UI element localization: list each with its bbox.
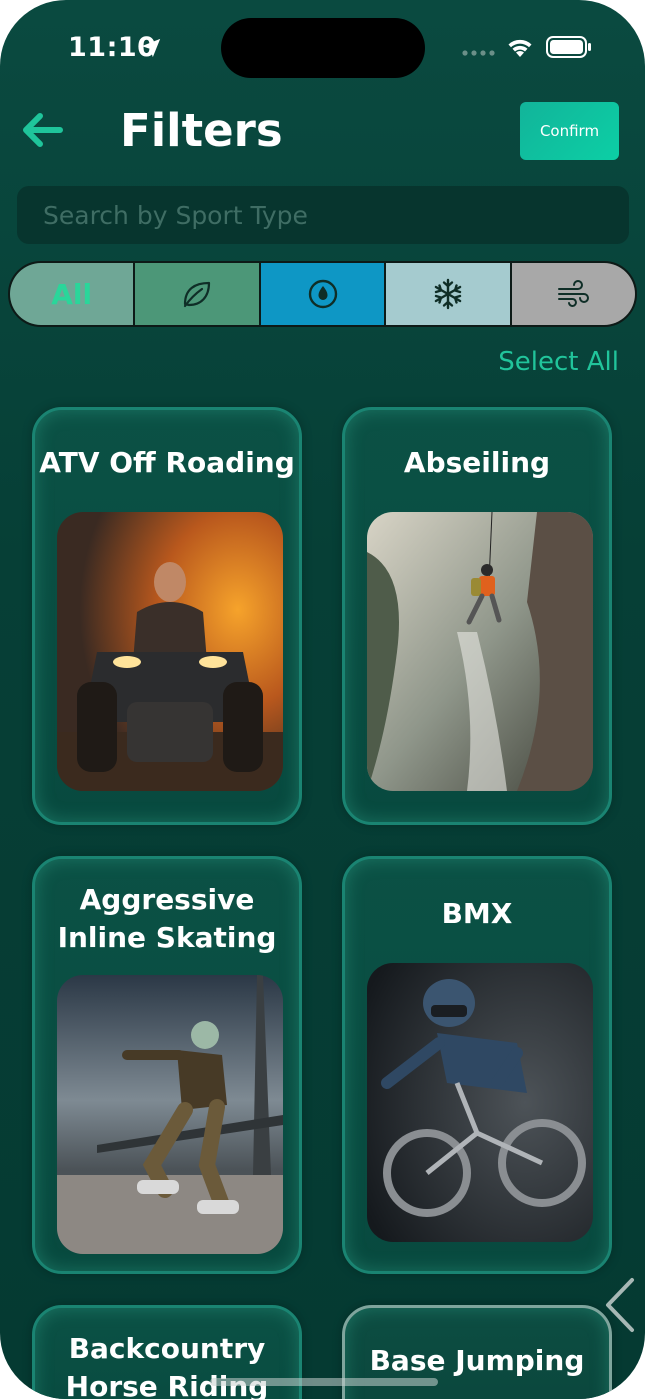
sport-card-title: Backcountry Horse Riding: [65, 1332, 269, 1399]
confirm-button[interactable]: Confirm: [520, 102, 619, 160]
filter-all[interactable]: All: [10, 263, 136, 325]
page-title: Filters: [120, 104, 283, 157]
sport-card-title: Aggressive Inline Skating: [57, 883, 277, 954]
wifi-icon: [508, 39, 532, 57]
location-arrow-icon: [141, 38, 161, 58]
app-screen: 11:10 Filters Confirm All: [0, 0, 645, 1399]
category-filter: All: [8, 261, 637, 327]
search-input[interactable]: [17, 186, 629, 244]
snowflake-icon: [434, 278, 462, 310]
leaf-icon: [184, 281, 211, 308]
sport-image-aggressive-inline-skating: [57, 975, 283, 1254]
water-drop-icon: [308, 279, 337, 309]
sport-image-atv: [57, 512, 283, 791]
sport-card-bmx[interactable]: BMX: [342, 856, 612, 1274]
filter-all-label: All: [51, 277, 93, 311]
home-indicator: [210, 1378, 438, 1386]
sport-card-aggressive-inline-skating[interactable]: Aggressive Inline Skating: [32, 856, 302, 1274]
sport-card-atv[interactable]: ATV Off Roading: [32, 407, 302, 825]
filter-water[interactable]: [260, 263, 387, 325]
signal-icon: [462, 50, 495, 56]
sport-card-title: Base Jumping: [369, 1344, 585, 1377]
filter-snow[interactable]: [386, 263, 512, 325]
dynamic-island: [221, 18, 425, 78]
sport-card-title: ATV Off Roading: [39, 446, 295, 479]
sport-card-title: Abseiling: [403, 446, 551, 479]
chevron-left-icon[interactable]: [598, 1272, 642, 1338]
battery-icon: [546, 36, 591, 58]
sport-image-abseiling: [367, 512, 593, 791]
sport-image-bmx: [367, 963, 593, 1242]
back-arrow-icon[interactable]: [18, 108, 66, 152]
select-all-link[interactable]: Select All: [498, 347, 619, 377]
sport-card-title: BMX: [441, 897, 513, 930]
wind-icon: [558, 280, 590, 307]
filter-land[interactable]: [135, 263, 261, 325]
sport-card-abseiling[interactable]: Abseiling: [342, 407, 612, 825]
filter-air[interactable]: [511, 263, 635, 325]
